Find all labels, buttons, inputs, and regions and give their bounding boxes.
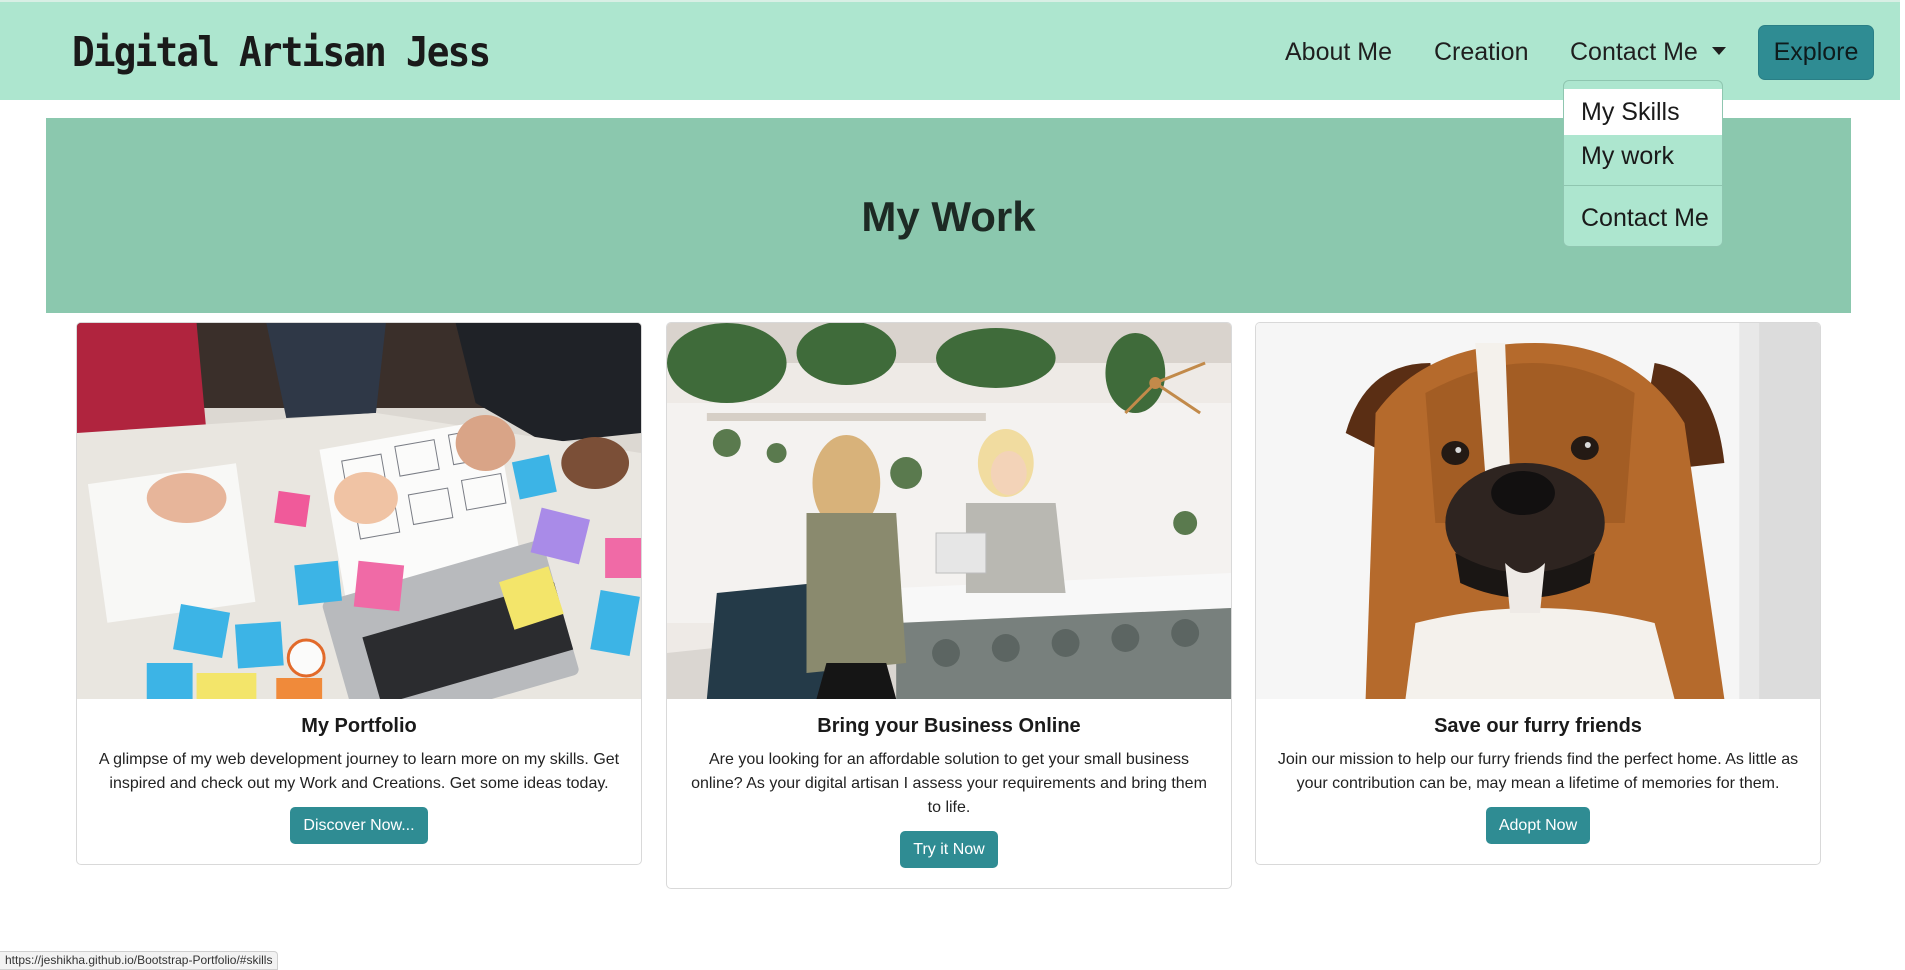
card-furry-friends: Save our furry friends Join our mission … <box>1255 322 1821 865</box>
contact-dropdown-menu: My Skills My work Contact Me <box>1563 80 1723 247</box>
card-body: Save our furry friends Join our mission … <box>1256 714 1820 844</box>
dropdown-divider <box>1564 185 1722 186</box>
card-image-boxer-dog <box>1256 323 1820 699</box>
browser-status-bar-url: https://jeshikha.github.io/Bootstrap-Por… <box>0 951 279 970</box>
nav-link-contact-me-toggle[interactable]: Contact Me <box>1570 38 1726 67</box>
card-text: Join our mission to help our furry frien… <box>1277 751 1799 792</box>
discover-now-button[interactable]: Discover Now... <box>290 807 428 844</box>
nav-link-about-me[interactable]: About Me <box>1285 38 1392 67</box>
card-text: A glimpse of my web development journey … <box>98 751 620 792</box>
adopt-now-button[interactable]: Adopt Now <box>1485 807 1591 844</box>
card-image-shop-counter <box>667 323 1231 699</box>
teamwork-photo-illustration <box>77 323 641 699</box>
card-title: Bring your Business Online <box>817 715 1081 737</box>
brand-logo[interactable]: Digital Artisan Jess <box>72 28 491 76</box>
dropdown-item-my-skills[interactable]: My Skills <box>1564 89 1722 135</box>
try-it-now-button[interactable]: Try it Now <box>900 831 998 868</box>
card-portfolio: My Portfolio A glimpse of my web develop… <box>76 322 642 865</box>
dropdown-item-contact-me[interactable]: Contact Me <box>1564 195 1722 241</box>
card-body: Bring your Business Online Are you looki… <box>667 714 1231 868</box>
caret-down-icon <box>1711 47 1726 55</box>
card-title: Save our furry friends <box>1434 715 1642 737</box>
nav-link-creation[interactable]: Creation <box>1434 38 1529 67</box>
card-business-online: Bring your Business Online Are you looki… <box>666 322 1232 889</box>
dog-photo-illustration <box>1256 323 1820 699</box>
card-image-teamwork <box>77 323 641 699</box>
shop-photo-illustration <box>667 323 1231 699</box>
explore-button[interactable]: Explore <box>1758 25 1874 80</box>
card-title: My Portfolio <box>301 715 417 737</box>
card-text: Are you looking for an affordable soluti… <box>691 751 1207 816</box>
page: Digital Artisan Jess About Me Creation C… <box>0 0 1905 970</box>
nav-link-contact-me-label: Contact Me <box>1570 38 1698 66</box>
card-body: My Portfolio A glimpse of my web develop… <box>77 714 641 844</box>
dropdown-item-my-work[interactable]: My work <box>1564 133 1722 179</box>
